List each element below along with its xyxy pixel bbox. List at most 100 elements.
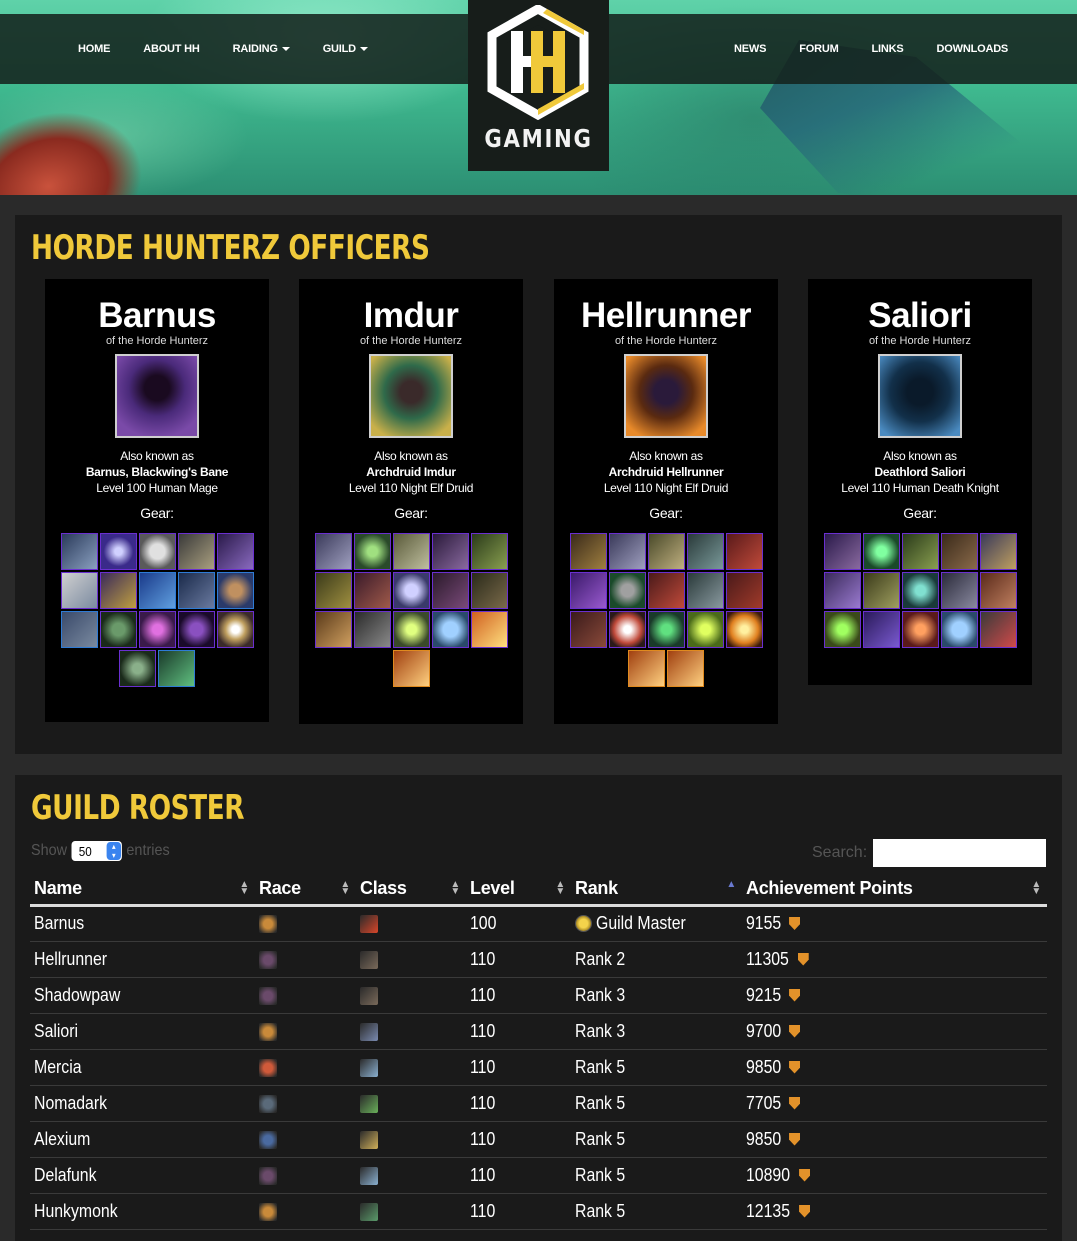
member-name[interactable]: Mercia: [34, 1057, 82, 1078]
gear-slot-icon[interactable]: [940, 611, 978, 648]
entries-select[interactable]: 50 ▴ ▾: [71, 841, 122, 861]
gear-slot-icon[interactable]: [647, 611, 685, 648]
gear-slot-icon[interactable]: [979, 572, 1017, 609]
gear-slot-icon[interactable]: [901, 533, 939, 570]
gear-slot-icon[interactable]: [901, 611, 939, 648]
gear-slot-icon[interactable]: [569, 572, 607, 609]
gear-slot-icon[interactable]: [823, 572, 861, 609]
member-name[interactable]: Hunkymonk: [34, 1201, 118, 1222]
gear-slot-icon[interactable]: [431, 572, 469, 609]
member-name[interactable]: Delafunk: [34, 1165, 97, 1186]
gear-slot-icon[interactable]: [138, 572, 176, 609]
table-row[interactable]: Nomadark 110 Rank 5 7705: [30, 1085, 1047, 1122]
officer-portrait[interactable]: [624, 354, 708, 438]
gear-slot-icon[interactable]: [862, 611, 900, 648]
gear-slot-icon[interactable]: [686, 533, 724, 570]
gear-slot-icon[interactable]: [138, 611, 176, 648]
member-name[interactable]: Saliori: [34, 1021, 78, 1042]
gear-slot-icon[interactable]: [392, 572, 430, 609]
nav-guild[interactable]: GUILD: [323, 43, 368, 55]
gear-slot-icon[interactable]: [940, 533, 978, 570]
gear-slot-icon[interactable]: [314, 572, 352, 609]
col-header-level[interactable]: Level ▲ ▼: [466, 873, 571, 907]
gear-slot-icon[interactable]: [314, 611, 352, 648]
gear-slot-icon[interactable]: [470, 572, 508, 609]
gear-slot-icon[interactable]: [725, 533, 763, 570]
gear-slot-icon[interactable]: [353, 533, 391, 570]
cell-name[interactable]: Hellrunner: [30, 941, 255, 978]
gear-slot-icon[interactable]: [823, 533, 861, 570]
table-row[interactable]: Alexium 110 Rank 5 9850: [30, 1121, 1047, 1158]
member-name[interactable]: Shadowpaw: [34, 985, 120, 1006]
gear-slot-icon[interactable]: [392, 650, 430, 687]
gear-slot-icon[interactable]: [979, 611, 1017, 648]
nav-forum[interactable]: FORUM: [799, 43, 839, 55]
nav-news[interactable]: NEWS: [734, 43, 766, 55]
gear-slot-icon[interactable]: [216, 533, 254, 570]
cell-name[interactable]: Saliori: [30, 1013, 255, 1050]
nav-raiding[interactable]: RAIDING: [233, 43, 290, 55]
gear-slot-icon[interactable]: [862, 533, 900, 570]
gear-slot-icon[interactable]: [99, 611, 137, 648]
cell-name[interactable]: Barnus: [30, 905, 255, 942]
gear-slot-icon[interactable]: [177, 572, 215, 609]
gear-slot-icon[interactable]: [60, 533, 98, 570]
gear-slot-icon[interactable]: [353, 572, 391, 609]
col-header-class[interactable]: Class ▲ ▼: [356, 873, 466, 907]
gear-slot-icon[interactable]: [392, 533, 430, 570]
gear-slot-icon[interactable]: [686, 572, 724, 609]
gear-slot-icon[interactable]: [725, 611, 763, 648]
nav-home[interactable]: HOME: [78, 43, 110, 55]
gear-slot-icon[interactable]: [431, 533, 469, 570]
gear-slot-icon[interactable]: [177, 611, 215, 648]
gear-slot-icon[interactable]: [470, 533, 508, 570]
gear-slot-icon[interactable]: [158, 650, 195, 687]
table-row[interactable]: Hunkymonk 110 Rank 5 12135: [30, 1193, 1047, 1230]
gear-slot-icon[interactable]: [608, 533, 646, 570]
gear-slot-icon[interactable]: [431, 611, 469, 648]
member-name[interactable]: Nomadark: [34, 1093, 107, 1114]
gear-slot-icon[interactable]: [138, 533, 176, 570]
gear-slot-icon[interactable]: [647, 533, 685, 570]
gear-slot-icon[interactable]: [569, 533, 607, 570]
table-row[interactable]: Hellrunner 110 Rank 2 11305: [30, 941, 1047, 978]
member-name[interactable]: Hellrunner: [34, 949, 107, 970]
table-row[interactable]: Barnus 100 Guild Master 9155: [30, 905, 1047, 942]
gear-slot-icon[interactable]: [177, 533, 215, 570]
officer-portrait[interactable]: [369, 354, 453, 438]
cell-name[interactable]: Shadowpaw: [30, 977, 255, 1014]
gear-slot-icon[interactable]: [60, 572, 98, 609]
member-name[interactable]: Barnus: [34, 913, 84, 934]
table-row[interactable]: Delafunk 110 Rank 5 10890: [30, 1157, 1047, 1194]
nav-about[interactable]: ABOUT HH: [143, 43, 200, 55]
gear-slot-icon[interactable]: [608, 611, 646, 648]
nav-links[interactable]: LINKS: [872, 43, 904, 55]
gear-slot-icon[interactable]: [314, 533, 352, 570]
cell-name[interactable]: Mercia: [30, 1049, 255, 1086]
gear-slot-icon[interactable]: [647, 572, 685, 609]
gear-slot-icon[interactable]: [725, 572, 763, 609]
gear-slot-icon[interactable]: [901, 572, 939, 609]
officer-portrait[interactable]: [115, 354, 199, 438]
gear-slot-icon[interactable]: [569, 611, 607, 648]
search-input[interactable]: [873, 839, 1047, 867]
gear-slot-icon[interactable]: [608, 572, 646, 609]
gear-slot-icon[interactable]: [353, 611, 391, 648]
member-name[interactable]: Alexium: [34, 1129, 90, 1150]
col-header-rank[interactable]: Rank ▲ ▼: [571, 873, 742, 907]
table-row[interactable]: Saliori 110 Rank 3 9700: [30, 1013, 1047, 1050]
gear-slot-icon[interactable]: [216, 572, 254, 609]
gear-slot-icon[interactable]: [392, 611, 430, 648]
cell-name[interactable]: Delafunk: [30, 1157, 255, 1194]
gear-slot-icon[interactable]: [823, 611, 861, 648]
gear-slot-icon[interactable]: [862, 572, 900, 609]
officer-portrait[interactable]: [878, 354, 962, 438]
gear-slot-icon[interactable]: [470, 611, 508, 648]
gear-slot-icon[interactable]: [119, 650, 156, 687]
gear-slot-icon[interactable]: [628, 650, 665, 687]
gear-slot-icon[interactable]: [667, 650, 704, 687]
col-header-race[interactable]: Race ▲ ▼: [255, 873, 356, 907]
nav-downloads[interactable]: DOWNLOADS: [937, 43, 1009, 55]
gear-slot-icon[interactable]: [686, 611, 724, 648]
gear-slot-icon[interactable]: [216, 611, 254, 648]
